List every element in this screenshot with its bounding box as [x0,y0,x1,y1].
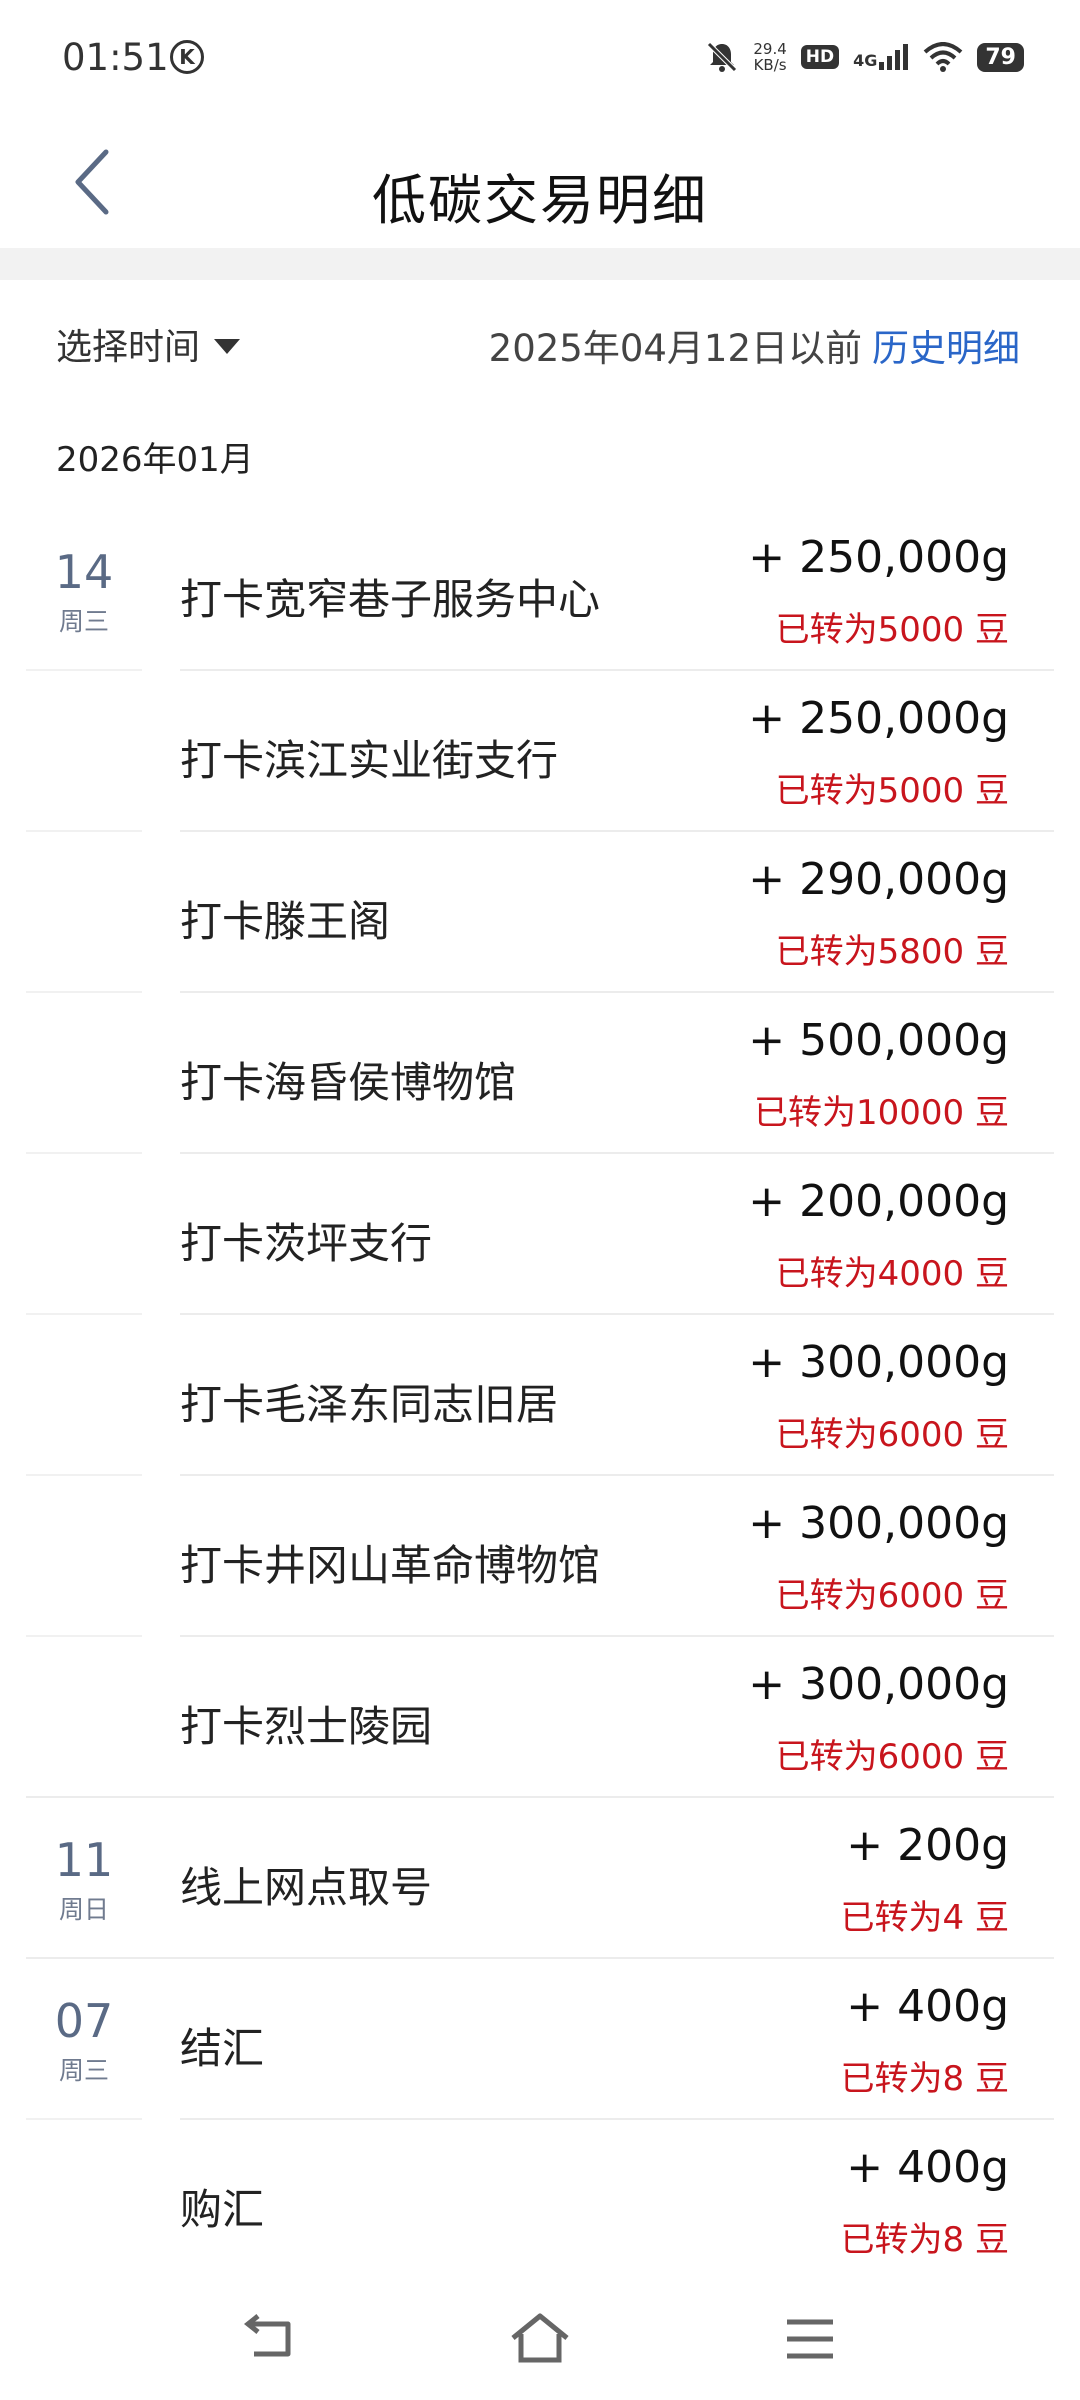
transaction-row[interactable]: 07 周三 结汇 + 400g 已转为8 豆 [0,1959,1080,2120]
nav-home-button[interactable] [505,2304,575,2374]
date-column [26,1154,142,1314]
date-column [26,2120,142,2280]
transaction-amount: + 200g [846,1820,1009,1871]
time-select-dropdown[interactable]: 选择时间 [56,318,241,370]
weekday-label: 周三 [58,2056,109,2085]
beans-converted: 已转为8 豆 [840,2059,1009,2099]
beans-converted: 已转为5800 豆 [775,932,1009,972]
transaction-amount: + 290,000g [748,854,1009,905]
system-nav-bar [0,2270,1080,2400]
beans-converted: 已转为5000 豆 [775,771,1009,811]
top-bar: 低碳交易明细 [0,118,1080,248]
home-icon [511,2313,569,2363]
beans-converted: 已转为6000 豆 [775,1737,1009,1777]
beans-converted: 已转为8 豆 [840,2220,1009,2260]
transaction-row[interactable]: 打卡茨坪支行 + 200,000g 已转为4000 豆 [0,1154,1080,1315]
date-column: 07 周三 [26,1959,142,2119]
transaction-row[interactable]: 打卡滕王阁 + 290,000g 已转为5800 豆 [0,832,1080,993]
time-select-label: 选择时间 [56,327,201,368]
net-speed-value: 29.4 [753,40,787,58]
header-divider [0,248,1080,280]
nav-back-button[interactable] [236,2304,306,2374]
beans-converted: 已转为10000 豆 [754,1093,1009,1133]
back-nav-icon [243,2314,291,2357]
menu-icon [787,2319,833,2359]
page-title: 低碳交易明细 [372,169,708,232]
net-speed-unit: KB/s [753,56,787,74]
transaction-amount: + 300,000g [748,1659,1009,1710]
transaction-title: 打卡井冈山革命博物馆 [180,1541,601,1590]
beans-converted: 已转为4000 豆 [775,1254,1009,1294]
net-speed: 29.4 KB/s [753,41,786,73]
transaction-row[interactable]: 打卡井冈山革命博物馆 + 300,000g 已转为6000 豆 [0,1476,1080,1637]
transaction-row[interactable]: 打卡烈士陵园 + 300,000g 已转为6000 豆 [0,1637,1080,1798]
date-column [26,1637,142,1797]
wifi-icon [924,42,963,72]
transaction-title: 打卡毛泽东同志旧居 [180,1380,559,1429]
day-number: 11 [54,1833,114,1887]
transaction-row[interactable]: 购汇 + 400g 已转为8 豆 [0,2120,1080,2281]
beans-converted: 已转为6000 豆 [775,1576,1009,1616]
battery-icon: 79 [977,42,1024,72]
month-label: 2026年01月 [56,440,254,480]
transaction-amount: + 200,000g [748,1176,1009,1227]
history-info: 2025年04月12日以前 历史明细 [489,318,1020,372]
transaction-title: 打卡滕王阁 [180,897,391,946]
date-column [26,671,142,831]
history-detail-link[interactable]: 历史明细 [872,327,1020,370]
date-column: 11 周日 [26,1798,142,1958]
beans-converted: 已转为4 豆 [840,1898,1009,1938]
status-bar: 01:51 K 29.4 KB/s HD 4G 79 [0,0,1080,118]
mute-bell-icon [707,42,738,72]
weekday-label: 周三 [58,607,109,636]
filter-row: 选择时间 2025年04月12日以前 历史明细 [0,300,1080,390]
transaction-amount: + 300,000g [748,1498,1009,1549]
transaction-row[interactable]: 14 周三 打卡宽窄巷子服务中心 + 250,000g 已转为5000 豆 [0,510,1080,671]
transaction-amount: + 300,000g [748,1337,1009,1388]
before-date-text: 2025年04月12日以前 [488,327,862,370]
transaction-row[interactable]: 11 周日 线上网点取号 + 200g 已转为4 豆 [0,1798,1080,1959]
transaction-title: 结汇 [180,2024,265,2073]
transaction-row[interactable]: 打卡滨江实业街支行 + 250,000g 已转为5000 豆 [0,671,1080,832]
transaction-title: 打卡滨江实业街支行 [180,736,559,785]
transaction-title: 打卡宽窄巷子服务中心 [180,575,601,624]
day-number: 14 [54,545,114,599]
transaction-amount: + 250,000g [748,532,1009,583]
date-column: 14 周三 [26,510,142,670]
date-column [26,832,142,992]
transaction-title: 线上网点取号 [180,1863,433,1912]
transaction-list: 14 周三 打卡宽窄巷子服务中心 + 250,000g 已转为5000 豆打卡滨江实业街… [0,510,1080,2281]
status-icons: 29.4 KB/s HD 4G 79 [705,34,1024,80]
transaction-amount: + 250,000g [748,693,1009,744]
beans-converted: 已转为5000 豆 [775,610,1009,650]
transaction-row[interactable]: 打卡毛泽东同志旧居 + 300,000g 已转为6000 豆 [0,1315,1080,1476]
day-number: 07 [54,1994,114,2048]
k-badge-icon: K [170,40,204,74]
date-column [26,1315,142,1475]
date-column [26,993,142,1153]
transaction-title: 打卡烈士陵园 [180,1702,433,1751]
transaction-title: 购汇 [180,2185,265,2234]
transaction-title: 打卡茨坪支行 [180,1219,433,1268]
status-time: 01:51 [62,36,169,79]
hd-icon: HD [800,45,840,69]
caret-down-icon [214,338,241,354]
weekday-label: 周日 [58,1895,109,1924]
signal-4g-icon: 4G [853,44,909,70]
beans-converted: 已转为6000 豆 [775,1415,1009,1455]
transaction-amount: + 500,000g [748,1015,1009,1066]
transaction-amount: + 400g [846,2142,1009,2193]
date-column [26,1476,142,1636]
transaction-row[interactable]: 打卡海昏侯博物馆 + 500,000g 已转为10000 豆 [0,993,1080,1154]
nav-menu-button[interactable] [775,2304,845,2374]
transaction-amount: + 400g [846,1981,1009,2032]
network-type: 4G [853,51,878,70]
transaction-title: 打卡海昏侯博物馆 [180,1058,517,1107]
